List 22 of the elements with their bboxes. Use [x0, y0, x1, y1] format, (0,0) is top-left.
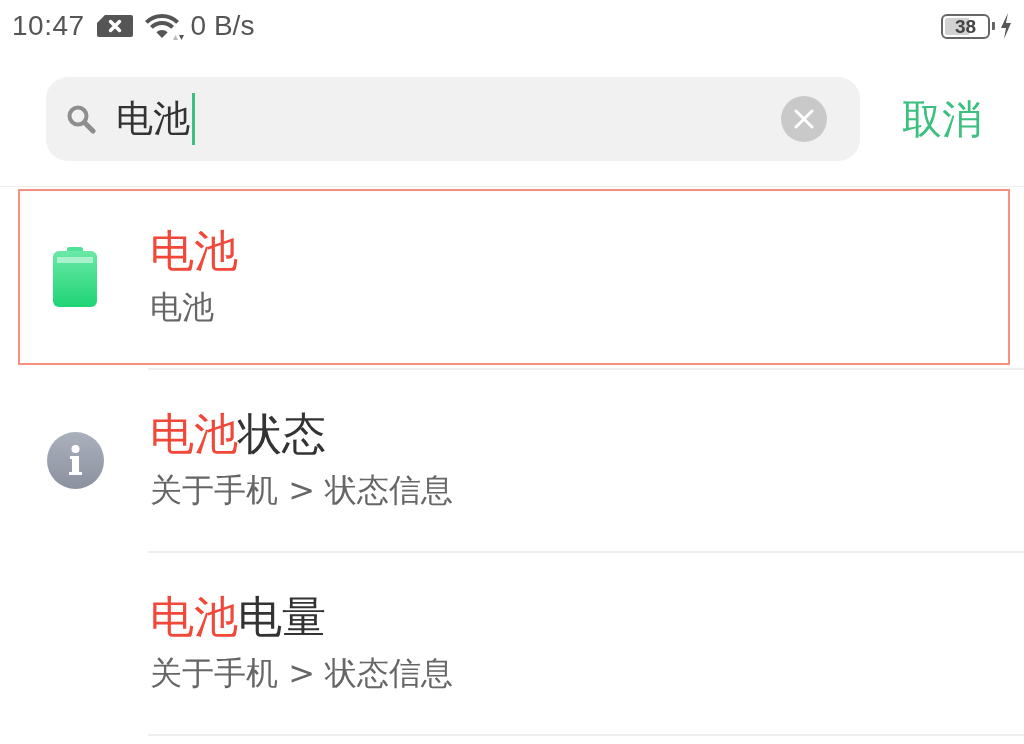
search-icon: [66, 104, 96, 134]
battery-indicator: 38: [941, 13, 995, 39]
search-field[interactable]: 电池: [46, 77, 860, 161]
search-result-item[interactable]: 电池电量 关于手机 > 状态信息: [18, 555, 1010, 731]
text-cursor: [192, 93, 195, 145]
clear-button[interactable]: [781, 96, 827, 142]
result-subtitle: 关于手机 > 状态信息: [150, 470, 454, 511]
battery-icon: [53, 247, 97, 307]
sim-card-x-icon: [96, 15, 133, 37]
close-icon: [794, 109, 814, 129]
search-result-item[interactable]: 电池状态 关于手机 > 状态信息: [18, 372, 1010, 548]
search-result-item[interactable]: 电池 电池: [18, 189, 1010, 365]
search-query: 电池: [116, 96, 190, 142]
wifi-icon: [142, 11, 185, 41]
result-title: 电池电量: [150, 591, 327, 643]
result-subtitle: 电池: [150, 287, 215, 328]
info-icon: [46, 431, 104, 489]
result-title: 电池: [150, 225, 238, 277]
network-speed: 0 B/s: [190, 10, 255, 42]
result-title: 电池状态: [150, 408, 327, 460]
result-subtitle: 关于手机 > 状态信息: [150, 653, 454, 694]
clock-time: 10:47: [12, 10, 85, 42]
